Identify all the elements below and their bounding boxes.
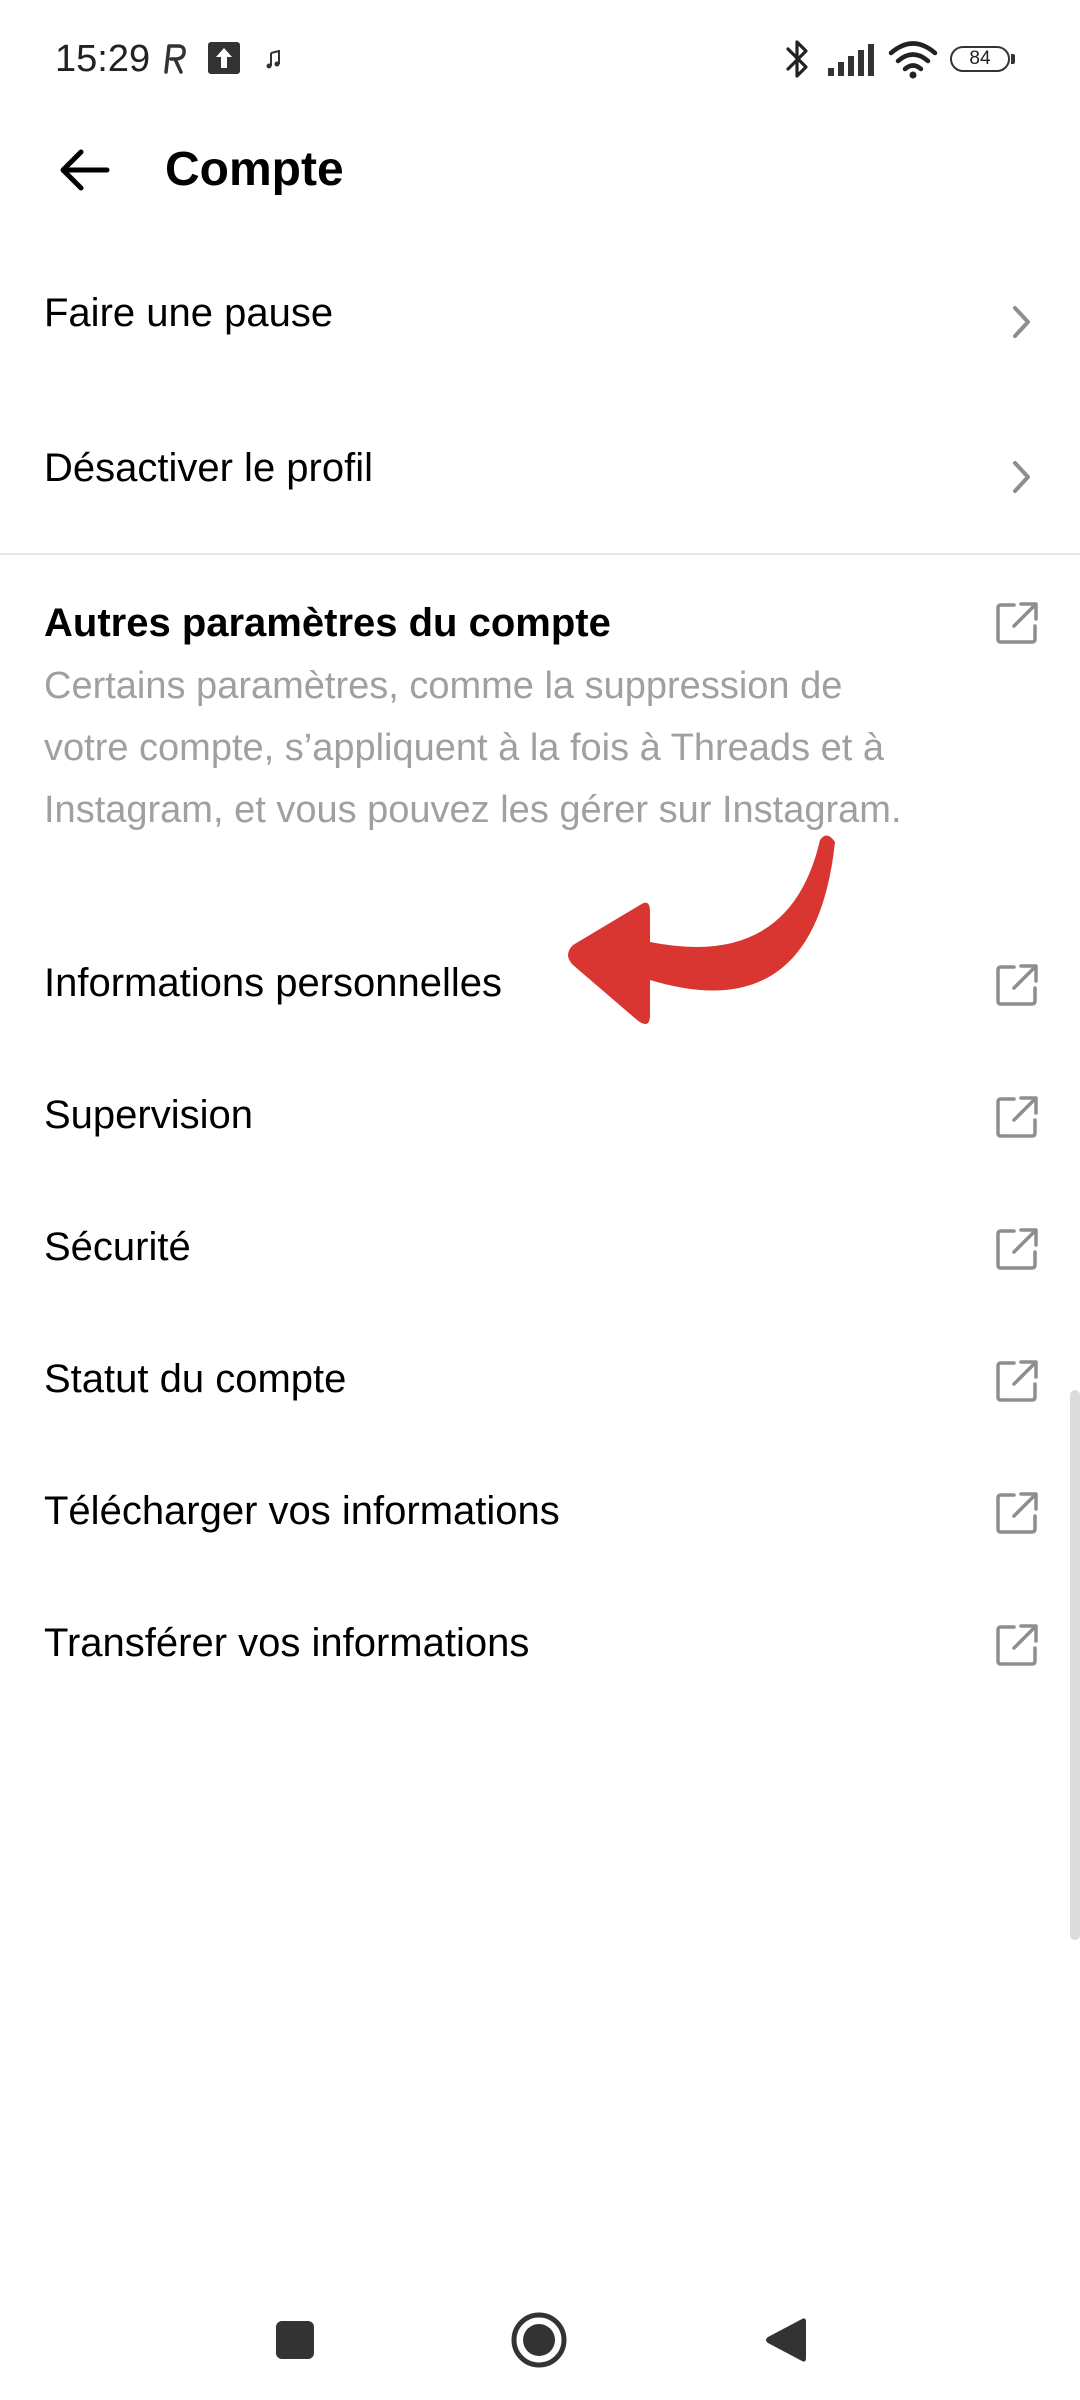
external-link-icon	[996, 1096, 1038, 1138]
external-link-icon	[996, 1492, 1038, 1534]
back-nav-button[interactable]	[750, 2305, 820, 2375]
annotation-arrow-icon	[568, 835, 835, 1024]
back-arrow-icon	[60, 149, 110, 191]
divider	[0, 553, 1080, 555]
row-label: Statut du compte	[44, 1357, 347, 1401]
row-label: Désactiver le profil	[44, 446, 374, 490]
external-link-icon	[996, 964, 1038, 1006]
back-button[interactable]	[50, 140, 120, 200]
chevron-right-icon	[1013, 306, 1030, 338]
page-title: Compte	[165, 143, 344, 196]
battery-level: 84	[969, 48, 991, 69]
bluetooth-icon	[786, 40, 808, 78]
r-app-icon	[164, 44, 186, 74]
external-link-icon	[996, 1228, 1038, 1270]
row-label: Faire une pause	[44, 291, 334, 335]
wifi-icon	[888, 41, 938, 79]
row-label: Télécharger vos informations	[44, 1489, 560, 1533]
row-account-status[interactable]: Statut du compte	[0, 1336, 1080, 1426]
row-security[interactable]: Sécurité	[0, 1204, 1080, 1294]
signal-icon	[828, 44, 874, 76]
section-description: Certains paramètres, comme la suppressio…	[44, 665, 902, 831]
row-download-information[interactable]: Télécharger vos informations	[0, 1468, 1080, 1558]
external-link-icon	[996, 1624, 1038, 1666]
upload-icon	[208, 42, 240, 74]
row-take-a-break[interactable]: Faire une pause	[0, 262, 1080, 382]
circle-icon	[511, 2312, 567, 2368]
row-supervision[interactable]: Supervision	[0, 1072, 1080, 1162]
chevron-right-icon	[1013, 461, 1030, 493]
navigation-bar	[0, 2270, 1080, 2400]
row-label: Supervision	[44, 1093, 254, 1137]
triangle-back-icon	[766, 2318, 806, 2362]
status-bar: 15:29 84	[0, 0, 1080, 120]
square-icon	[276, 2321, 314, 2359]
battery-tip	[1011, 54, 1015, 64]
section-title: Autres paramètres du compte	[44, 601, 611, 645]
row-label: Sécurité	[44, 1225, 191, 1269]
row-label: Transférer vos informations	[44, 1621, 530, 1665]
music-note-icon	[266, 50, 280, 69]
header: Compte	[0, 120, 1080, 220]
scrollbar[interactable]	[1070, 1390, 1080, 1940]
external-link-icon	[996, 1360, 1038, 1402]
battery-icon: 84	[950, 46, 1010, 72]
home-button[interactable]	[504, 2305, 574, 2375]
row-personal-information[interactable]: Informations personnelles	[0, 940, 1080, 1030]
status-time: 15:29	[55, 38, 151, 80]
row-transfer-information[interactable]: Transférer vos informations	[0, 1600, 1080, 1690]
row-label: Informations personnelles	[44, 961, 503, 1005]
external-link-icon	[996, 602, 1038, 644]
recent-apps-button[interactable]	[260, 2305, 330, 2375]
row-deactivate-profile[interactable]: Désactiver le profil	[0, 415, 1080, 535]
